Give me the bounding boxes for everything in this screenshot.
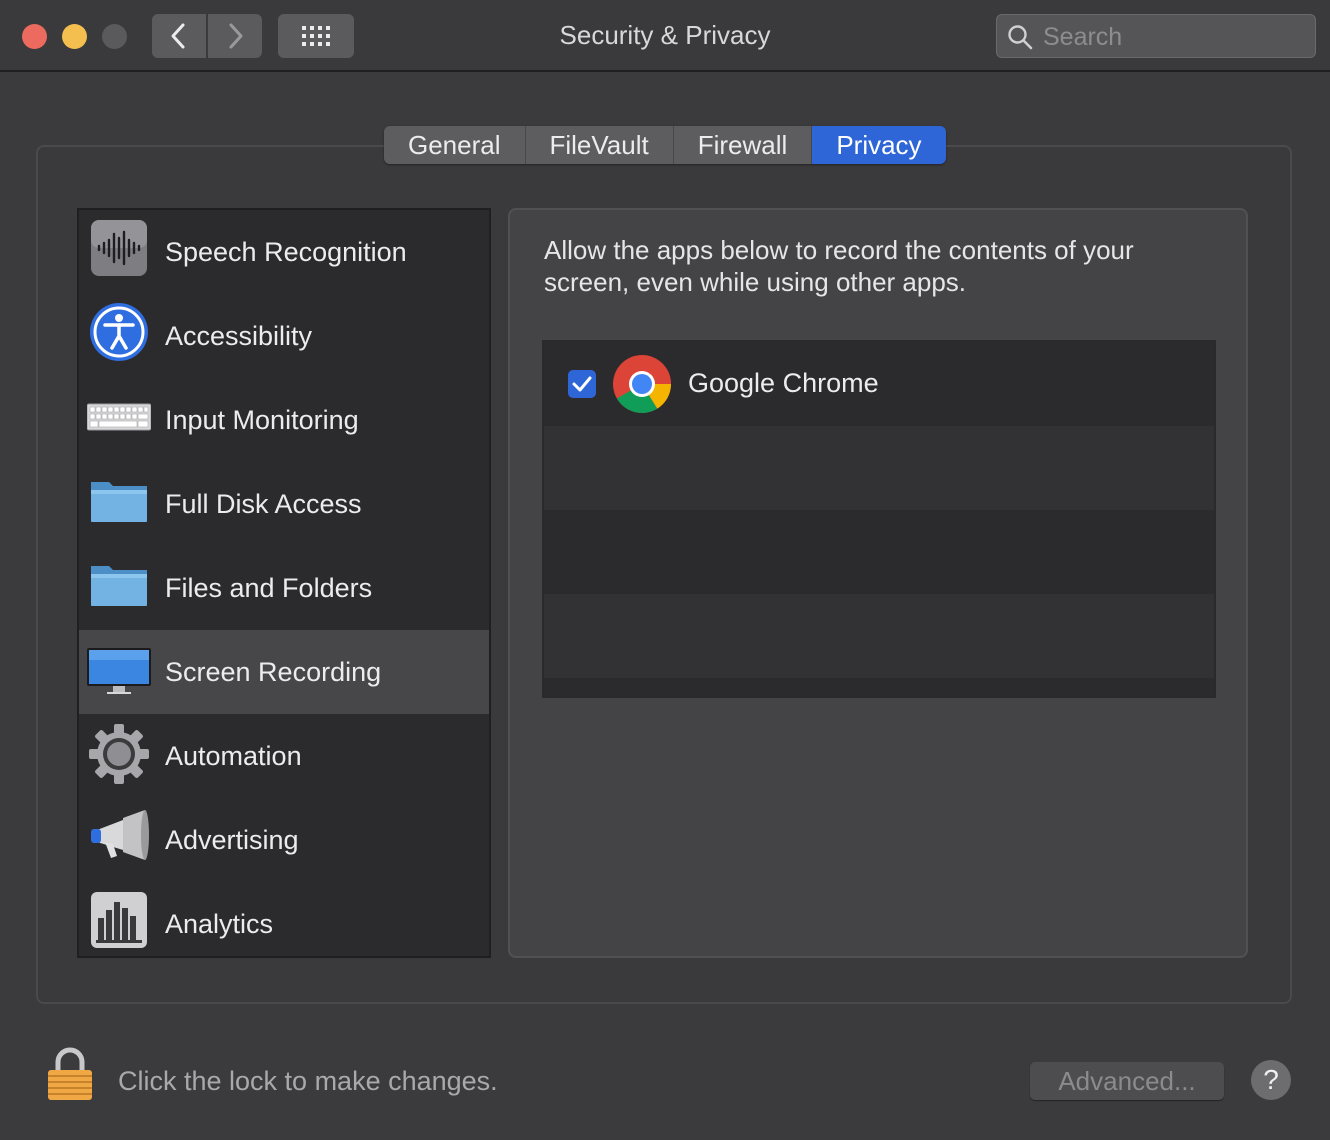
privacy-category-list: Speech Recognition Accessibility Input M… [77, 208, 491, 958]
tab-bar: General FileVault Firewall Privacy [384, 126, 946, 164]
sidebar-item-label: Analytics [165, 908, 274, 939]
keyboard-icon [87, 403, 151, 431]
empty-list-row [544, 594, 1214, 678]
megaphone-icon [91, 810, 149, 860]
tab-firewall[interactable]: Firewall [673, 126, 813, 164]
sidebar-item-speech-recognition[interactable]: Speech Recognition [79, 210, 489, 294]
lock-icon[interactable] [46, 1046, 94, 1102]
list-item[interactable]: Google Chrome [544, 342, 1214, 426]
sidebar-item-accessibility[interactable]: Accessibility [79, 294, 489, 378]
advanced-button[interactable]: Advanced... [1030, 1062, 1224, 1100]
sidebar-item-label: Advertising [165, 824, 299, 855]
sidebar-item-files-and-folders[interactable]: Files and Folders [79, 546, 489, 630]
sidebar-item-analytics[interactable]: Analytics [79, 882, 489, 956]
help-button[interactable]: ? [1251, 1060, 1291, 1100]
lock-status-text: Click the lock to make changes. [118, 1066, 498, 1096]
search-input[interactable] [1041, 21, 1305, 53]
tab-filevault[interactable]: FileVault [525, 126, 674, 164]
empty-list-row [544, 426, 1214, 510]
sidebar-item-label: Input Monitoring [165, 404, 359, 435]
bar-chart-icon [91, 892, 147, 948]
sidebar-item-label: Full Disk Access [165, 488, 362, 519]
search-icon [1008, 25, 1033, 50]
accessibility-icon [90, 303, 148, 361]
sidebar-item-label: Accessibility [165, 320, 313, 351]
screen-recording-detail-pane: Allow the apps below to record the conte… [508, 208, 1248, 958]
checkmark-icon [572, 376, 592, 392]
monitor-icon [87, 648, 151, 694]
sidebar-item-advertising[interactable]: Advertising [79, 798, 489, 882]
sidebar-item-label: Files and Folders [165, 572, 373, 603]
waveform-icon [91, 220, 147, 276]
app-list: Google Chrome [542, 340, 1216, 698]
sidebar-item-input-monitoring[interactable]: Input Monitoring [79, 378, 489, 462]
sidebar-item-automation[interactable]: Automation [79, 714, 489, 798]
gear-icon [89, 724, 149, 784]
sidebar-item-screen-recording[interactable]: Screen Recording [79, 630, 489, 714]
sidebar-item-full-disk-access[interactable]: Full Disk Access [79, 462, 489, 546]
empty-list-row [544, 510, 1214, 594]
tab-privacy[interactable]: Privacy [812, 126, 946, 164]
chrome-icon [613, 355, 671, 413]
app-enable-checkbox[interactable] [568, 370, 596, 398]
sidebar-item-label: Speech Recognition [165, 236, 407, 267]
app-name: Google Chrome [688, 368, 879, 398]
tab-general[interactable]: General [384, 126, 526, 164]
folder-icon [91, 482, 147, 522]
search-field[interactable] [996, 14, 1316, 58]
title-bar: Security & Privacy [0, 0, 1330, 72]
folder-icon [91, 566, 147, 606]
sidebar-item-label: Screen Recording [165, 656, 382, 687]
permission-description: Allow the apps below to record the conte… [544, 235, 1134, 297]
sidebar-item-label: Automation [165, 740, 302, 771]
